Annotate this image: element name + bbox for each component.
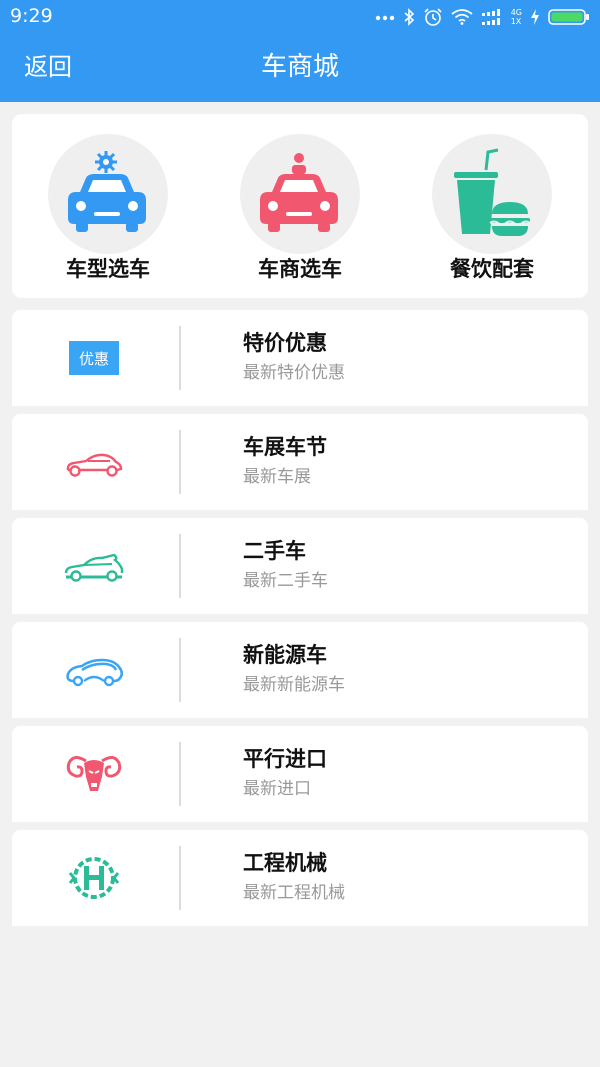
status-icons: 4G 1X [375,7,590,27]
row-divider [179,638,181,702]
list-item-new-energy[interactable]: 新能源车 最新新能源车 [12,622,588,718]
row-divider [179,534,181,598]
eco-car-icon [66,658,124,687]
row-title: 特价优惠 [243,331,327,355]
pink-car-person-icon [260,153,338,232]
list-item-used-cars[interactable]: 二手车 最新二手车 [12,518,588,614]
row-divider [179,846,181,910]
row-subtitle: 最新特价优惠 [243,363,345,383]
wifi-icon [451,9,473,25]
list-item-auto-show[interactable]: 车展车节 最新车展 [12,414,588,510]
row-divider [179,742,181,806]
row-icon [62,749,126,799]
more-dots-icon [375,15,394,21]
category-icon-circle [240,134,360,254]
row-title: 平行进口 [243,747,327,771]
row-icon [62,541,126,591]
row-subtitle: 最新车展 [243,467,311,487]
page-title: 车商城 [260,52,339,82]
machinery-gear-icon [68,857,120,899]
ram-logo-icon [66,756,122,791]
row-subtitle: 最新工程机械 [243,883,345,903]
back-button[interactable]: 返回 [24,50,72,84]
row-title: 车展车节 [243,435,327,459]
row-subtitle: 最新二手车 [243,571,328,591]
used-car-icon [64,553,124,582]
signal-icon [481,9,500,25]
blue-car-gear-icon [68,151,146,232]
category-icon-circle [48,134,168,254]
charging-icon [531,9,539,25]
row-title: 新能源车 [243,643,327,667]
category-card: 车型选车 车商选车 餐饮配套 [12,114,588,298]
list-item-special-offers[interactable]: 优惠 特价优惠 最新特价优惠 [12,310,588,406]
network-4g: 4G [510,8,522,17]
category-dealer-select[interactable]: 车商选车 [204,114,396,298]
coupon-icon: 优惠 [69,341,119,375]
row-divider [179,430,181,494]
category-label: 车商选车 [258,257,342,281]
network-1x: 1X [510,17,522,26]
category-model-select[interactable]: 车型选车 [12,114,204,298]
battery-icon [548,9,589,25]
row-title: 二手车 [243,539,306,563]
row-icon [62,645,126,695]
bluetooth-icon [404,8,414,26]
sports-car-icon [66,453,123,477]
drink-burger-icon [454,148,531,236]
row-icon: 优惠 [62,333,126,383]
row-title: 工程机械 [243,851,327,875]
row-icon [62,437,126,487]
status-time: 9:29 [10,5,53,27]
network-type: 4G 1X [511,8,522,26]
row-divider [179,326,181,390]
list-item-parallel-import[interactable]: 平行进口 最新进口 [12,726,588,822]
category-food-beverage[interactable]: 餐饮配套 [396,114,588,298]
row-subtitle: 最新新能源车 [243,675,345,695]
category-label: 车型选车 [66,257,150,281]
coupon-icon-text: 优惠 [79,350,109,368]
alarm-icon [424,8,442,26]
status-bar: 9:29 4G 1X [0,0,600,34]
nav-bar: 车商城 返回 [0,34,600,102]
category-label: 餐饮配套 [450,257,534,281]
list-item-construction-machinery[interactable]: 工程机械 最新工程机械 [12,830,588,926]
row-subtitle: 最新进口 [243,779,311,799]
category-icon-circle [432,134,552,254]
row-icon [62,853,126,903]
